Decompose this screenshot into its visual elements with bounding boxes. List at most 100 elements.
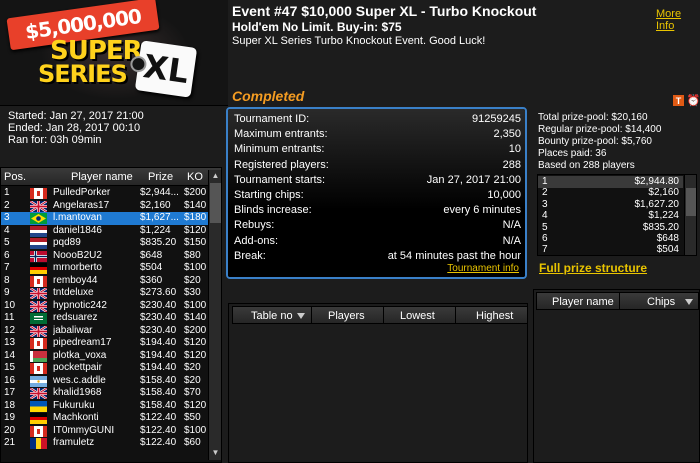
scroll-down-icon[interactable]: ▼ xyxy=(210,448,221,459)
table-row[interactable]: 9 tntdeluxe $273.60 $30 xyxy=(1,287,210,300)
column-header-lowest[interactable]: Lowest xyxy=(400,310,435,322)
prize-row: 1 $2,944.80 xyxy=(538,176,683,188)
scroll-thumb[interactable] xyxy=(686,188,696,216)
table-row[interactable]: 6 NoooB2U2 $648 $80 xyxy=(1,250,210,263)
players-header: Player name Chips xyxy=(536,292,699,310)
scroll-up-icon[interactable]: ▲ xyxy=(210,171,221,182)
country-flag-icon xyxy=(30,213,47,224)
cell-prize: $158.40 xyxy=(140,387,177,398)
table-row[interactable]: 16 wes.c.addle $158.40 $20 xyxy=(1,375,210,388)
info-label: Starting chips: xyxy=(234,189,304,201)
prize-table-scrollbar[interactable] xyxy=(684,175,696,255)
table-row[interactable]: 20 IT0mmyGUNI $122.40 $100 xyxy=(1,425,210,438)
prize-place: 1 xyxy=(542,176,548,187)
table-row[interactable]: 11 redsuarez $230.40 $140 xyxy=(1,312,210,325)
cell-pos: 6 xyxy=(4,249,10,261)
column-header-player-name[interactable]: Player name xyxy=(71,171,133,183)
cell-player-name: pipedream17 xyxy=(53,337,112,348)
player-table-header: Pos. Player name Prize KO xyxy=(1,168,221,186)
table-row[interactable]: 2 Angelaras17 $2,160 $140 xyxy=(1,200,210,213)
column-header-players[interactable]: Players xyxy=(328,310,365,322)
prize-row: 6 $648 xyxy=(538,233,683,245)
country-flag-icon xyxy=(30,363,47,374)
table-no-label: Table no xyxy=(251,310,293,322)
scroll-thumb[interactable] xyxy=(210,183,221,223)
table-row[interactable]: 12 jabaliwar $230.40 $200 xyxy=(1,325,210,338)
cell-player-name: tntdeluxe xyxy=(53,287,94,298)
tournament-info-panel: Tournament ID: 91259245 Maximum entrants: 2… xyxy=(226,107,527,279)
column-header-ko[interactable]: KO xyxy=(187,171,203,183)
cell-ko: $20 xyxy=(184,374,201,386)
places-paid: Places paid: 36 xyxy=(538,148,607,159)
table-row[interactable]: 14 plotka_voxa $194.40 $120 xyxy=(1,350,210,363)
prize-amount: $2,160 xyxy=(648,187,679,199)
cell-prize: $273.60 xyxy=(140,287,177,298)
cell-player-name: khalid1968 xyxy=(53,387,102,398)
column-header-highest[interactable]: Highest xyxy=(476,310,513,322)
table-row[interactable]: 21 framuletz $122.40 $60 xyxy=(1,437,210,450)
info-label: Rebuys: xyxy=(234,219,275,232)
cell-ko: $120 xyxy=(184,337,207,348)
info-label: Add-ons: xyxy=(234,234,279,247)
column-header-chips[interactable]: Chips xyxy=(647,296,694,308)
cell-pos: 20 xyxy=(4,424,16,436)
prize-amount: $2,944.80 xyxy=(634,176,680,187)
column-header-pos[interactable]: Pos. xyxy=(4,171,26,183)
alarm-icon[interactable]: ⏰ xyxy=(687,95,700,107)
cell-ko: $100 xyxy=(184,424,207,436)
table-row[interactable]: 4 daniel1846 $1,224 $120 xyxy=(1,225,210,238)
cell-prize: $122.40 xyxy=(140,424,177,436)
country-flag-icon xyxy=(30,388,47,399)
table-row[interactable]: 1 PulledPorker $2,944... $200 xyxy=(1,187,210,200)
cell-player-name: daniel1846 xyxy=(53,224,102,236)
prize-row: 4 $1,224 xyxy=(538,210,683,222)
prize-row: 3 $1,627.20 xyxy=(538,199,683,211)
cell-player-name: pqd89 xyxy=(53,237,81,248)
table-row[interactable]: 5 pqd89 $835.20 $150 xyxy=(1,237,210,250)
table-row[interactable]: 19 Machkonti $122.40 $50 xyxy=(1,412,210,425)
tournament-info-link[interactable]: Tournament info xyxy=(447,263,519,274)
info-label: Minimum entrants: xyxy=(234,143,325,156)
cell-pos: 9 xyxy=(4,287,10,298)
cell-pos: 18 xyxy=(4,399,16,411)
table-row[interactable]: 17 khalid1968 $158.40 $70 xyxy=(1,387,210,400)
table-row[interactable]: 3 l.mantovan $1,627... $180 xyxy=(1,212,210,225)
prize-place: 6 xyxy=(542,233,548,244)
cell-player-name: framuletz xyxy=(53,437,95,448)
cell-prize: $158.40 xyxy=(140,399,177,411)
column-header-player-name[interactable]: Player name xyxy=(552,296,614,308)
cell-ko: $20 xyxy=(184,362,201,373)
table-row[interactable]: 8 remboy44 $360 $20 xyxy=(1,275,210,288)
cell-pos: 1 xyxy=(4,187,10,198)
cell-pos: 13 xyxy=(4,337,16,348)
event-title: Event #47 $10,000 Super XL - Turbo Knock… xyxy=(232,3,537,19)
tournament-lobby-window: $5,000,000 SUPER SERIES XL Event #47 $10… xyxy=(0,0,700,463)
table-row[interactable]: 18 Fukuruku $158.40 $120 xyxy=(1,400,210,413)
chips-label: Chips xyxy=(647,296,676,308)
table-row[interactable]: 10 hypnotic242 $230.40 $100 xyxy=(1,300,210,313)
column-header-table-no[interactable]: Table no xyxy=(251,310,305,322)
info-value: Jan 27, 2017 21:00 xyxy=(426,173,521,186)
cell-pos: 4 xyxy=(4,224,10,236)
prize-structure-table: 1 $2,944.80 2 $2,160 3 $1,627.20 4 $1,224 5 $835.… xyxy=(537,174,697,256)
cell-ko: $120 xyxy=(184,349,207,361)
full-prize-structure-link[interactable]: Full prize structure xyxy=(539,261,647,275)
player-table-scrollbar[interactable]: ▲ ▼ xyxy=(208,170,221,460)
info-row: Maximum entrants: 2,350 xyxy=(234,128,521,143)
column-header-prize[interactable]: Prize xyxy=(148,171,173,183)
table-row[interactable]: 15 pockettpair $194.40 $20 xyxy=(1,362,210,375)
country-flag-icon xyxy=(30,288,47,299)
more-info-link[interactable]: More Info xyxy=(656,8,700,32)
cell-prize: $230.40 xyxy=(140,312,177,323)
info-value: 91259245 xyxy=(472,113,521,125)
info-label: Break: xyxy=(234,249,266,262)
cell-player-name: jabaliwar xyxy=(53,324,93,336)
table-row[interactable]: 13 pipedream17 $194.40 $120 xyxy=(1,337,210,350)
table-players-panel: Player name Chips xyxy=(533,289,700,463)
cell-ko: $60 xyxy=(184,437,201,448)
country-flag-icon xyxy=(30,200,47,212)
table-row[interactable]: 7 mrnorberto $504 $100 xyxy=(1,262,210,275)
t-icon[interactable]: T xyxy=(673,95,684,106)
cell-ko: $140 xyxy=(184,312,207,323)
cell-player-name: remboy44 xyxy=(53,274,98,286)
